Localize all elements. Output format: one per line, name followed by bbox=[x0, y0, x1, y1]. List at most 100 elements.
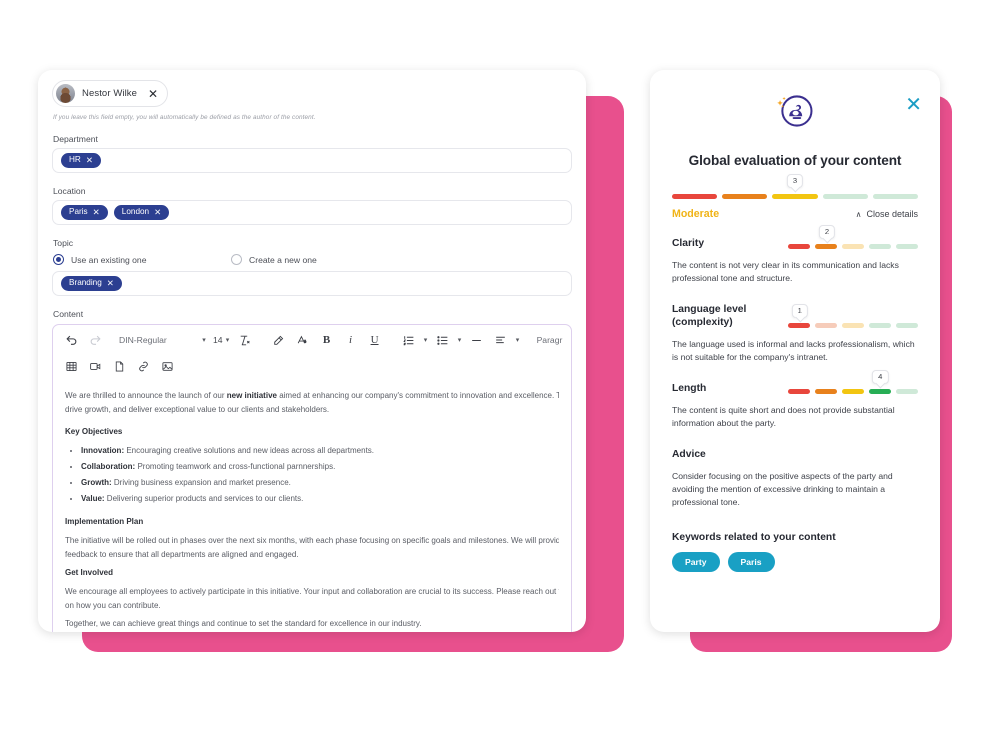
clear-formatting-icon[interactable] bbox=[233, 329, 257, 351]
image-icon[interactable] bbox=[155, 355, 179, 377]
chevron-down-icon[interactable]: ▾ bbox=[223, 336, 233, 344]
highlighter-icon[interactable] bbox=[267, 329, 291, 351]
token-label: London bbox=[121, 207, 150, 217]
token-location-paris[interactable]: Paris ✕ bbox=[61, 205, 108, 220]
chevron-down-icon[interactable]: ▾ bbox=[513, 336, 523, 344]
link-icon[interactable] bbox=[131, 355, 155, 377]
file-icon[interactable] bbox=[107, 355, 131, 377]
chevron-down-icon[interactable]: ▾ bbox=[421, 336, 431, 344]
radio-create-new[interactable]: Create a new one bbox=[231, 254, 317, 265]
criterion-description: The content is quite short and does not … bbox=[672, 404, 895, 429]
panel-title: Global evaluation of your content bbox=[688, 153, 902, 168]
location-input[interactable]: Paris ✕ London ✕ bbox=[52, 200, 572, 225]
align-icon[interactable] bbox=[489, 329, 513, 351]
criterion-name: Language level (complexity) bbox=[672, 303, 747, 328]
chevron-down-icon[interactable]: ▾ bbox=[455, 336, 465, 344]
score-segment bbox=[896, 323, 918, 329]
doc-bullet-list: Innovation: Encouraging creative solutio… bbox=[81, 444, 559, 506]
global-score-bar: 3 bbox=[672, 173, 919, 199]
close-details-button[interactable]: ∧ Close details bbox=[856, 209, 918, 219]
content-label: Content bbox=[53, 309, 84, 319]
genie-lamp-icon bbox=[772, 88, 818, 139]
bullet-term: Innovation: bbox=[81, 446, 125, 455]
advice-title: Advice bbox=[672, 448, 706, 460]
remove-token-icon[interactable]: ✕ bbox=[93, 208, 100, 217]
ordered-list-icon[interactable] bbox=[397, 329, 421, 351]
italic-button[interactable]: i bbox=[339, 329, 363, 351]
doc-bullet-item: Growth: Driving business expansion and m… bbox=[81, 476, 559, 490]
criterion-score-bubble: 4 bbox=[872, 369, 889, 384]
bold-button[interactable]: B bbox=[315, 329, 339, 351]
keywords-title: Keywords related to your content bbox=[672, 531, 836, 543]
remove-token-icon[interactable]: ✕ bbox=[107, 279, 114, 288]
score-segment bbox=[896, 244, 918, 250]
radio-indicator-selected[interactable] bbox=[53, 254, 64, 265]
bullet-list-icon[interactable] bbox=[431, 329, 455, 351]
font-color-icon[interactable] bbox=[291, 329, 315, 351]
undo-icon[interactable] bbox=[59, 329, 83, 351]
criterion-description: The content is not very clear in its com… bbox=[672, 260, 899, 284]
criterion-score-bar: 2 bbox=[788, 224, 918, 250]
close-panel-icon[interactable]: ✕ bbox=[905, 95, 922, 115]
token-department-hr[interactable]: HR ✕ bbox=[61, 153, 101, 168]
panel-header: ✕ bbox=[672, 88, 922, 139]
chevron-down-icon[interactable]: ▾ bbox=[199, 336, 209, 344]
doc-intro-bold: new initiative bbox=[226, 391, 277, 400]
rich-text-editor[interactable]: DIN-Regular ▾ 14 ▾ B i U ▾ ▾ ▾ Paragr We… bbox=[52, 324, 572, 632]
location-label: Location bbox=[53, 186, 86, 196]
author-name: Nestor Wilke bbox=[82, 88, 138, 99]
doc-involved-line1: We encourage all employees to actively p… bbox=[65, 587, 559, 596]
score-segment bbox=[896, 388, 918, 394]
font-size-select[interactable]: 14 bbox=[213, 335, 223, 345]
score-segment bbox=[842, 244, 864, 250]
bullet-text: Driving business expansion and market pr… bbox=[111, 478, 291, 487]
avatar bbox=[56, 84, 75, 103]
topic-label: Topic bbox=[53, 238, 74, 248]
token-topic-branding[interactable]: Branding ✕ bbox=[61, 276, 122, 291]
chevron-up-icon: ∧ bbox=[855, 209, 862, 219]
bullet-text: Delivering superior products and service… bbox=[104, 494, 304, 503]
department-input[interactable]: HR ✕ bbox=[52, 148, 572, 173]
topic-radio-group: Use an existing one Create a new one bbox=[53, 254, 572, 265]
score-segment bbox=[722, 194, 768, 199]
score-segment bbox=[815, 388, 837, 394]
doc-intro-c: aimed at enhancing our company's commitm… bbox=[276, 391, 559, 400]
remove-token-icon[interactable]: ✕ bbox=[86, 156, 93, 165]
doc-together: Together, we can achieve great things an… bbox=[65, 619, 422, 628]
topic-input[interactable]: Branding ✕ bbox=[52, 271, 572, 296]
doc-intro-paragraph: We are thrilled to announce the launch o… bbox=[65, 389, 559, 403]
advice-text: Consider focusing on the positive aspect… bbox=[672, 470, 893, 508]
score-segment bbox=[842, 323, 864, 329]
font-family-select[interactable]: DIN-Regular bbox=[119, 335, 199, 345]
author-chip[interactable]: Nestor Wilke ✕ bbox=[52, 80, 169, 107]
score-segment bbox=[869, 388, 891, 394]
underline-button[interactable]: U bbox=[363, 329, 387, 351]
keyword-chip-paris[interactable]: Paris bbox=[727, 551, 775, 572]
table-icon[interactable] bbox=[59, 355, 83, 377]
video-icon[interactable] bbox=[83, 355, 107, 377]
criterion-score-bubble: 2 bbox=[818, 224, 836, 240]
doc-heading-implementation: Implementation Plan bbox=[65, 517, 144, 526]
remove-token-icon[interactable]: ✕ bbox=[154, 208, 161, 217]
global-score-bubble: 3 bbox=[786, 173, 804, 188]
redo-icon[interactable] bbox=[83, 329, 107, 351]
remove-author-icon[interactable]: ✕ bbox=[148, 88, 158, 100]
keyword-chip-party[interactable]: Party bbox=[672, 551, 720, 572]
content-editor-card: Nestor Wilke ✕ If you leave this field e… bbox=[38, 70, 586, 632]
paragraph-style-select[interactable]: Paragr bbox=[537, 335, 563, 345]
radio-indicator[interactable] bbox=[231, 254, 242, 265]
criterion-score-bubble: 1 bbox=[791, 303, 808, 319]
token-location-london[interactable]: London ✕ bbox=[113, 205, 170, 220]
doc-heading-get-involved: Get Involved bbox=[65, 568, 114, 577]
criterion-language-level: Language level (complexity) 1 The langua… bbox=[672, 303, 918, 365]
score-segment bbox=[672, 194, 718, 199]
horizontal-rule-icon[interactable] bbox=[465, 329, 489, 351]
score-segment bbox=[822, 194, 868, 199]
document-body[interactable]: We are thrilled to announce the launch o… bbox=[53, 381, 571, 632]
score-segment bbox=[788, 323, 810, 329]
advice-section: Advice Consider focusing on the positive… bbox=[672, 448, 918, 510]
radio-use-existing[interactable]: Use an existing one bbox=[53, 254, 231, 265]
close-details-label: Close details bbox=[866, 209, 918, 219]
criterion-description: The language used is informal and lacks … bbox=[672, 339, 915, 363]
token-label: HR bbox=[69, 155, 81, 165]
